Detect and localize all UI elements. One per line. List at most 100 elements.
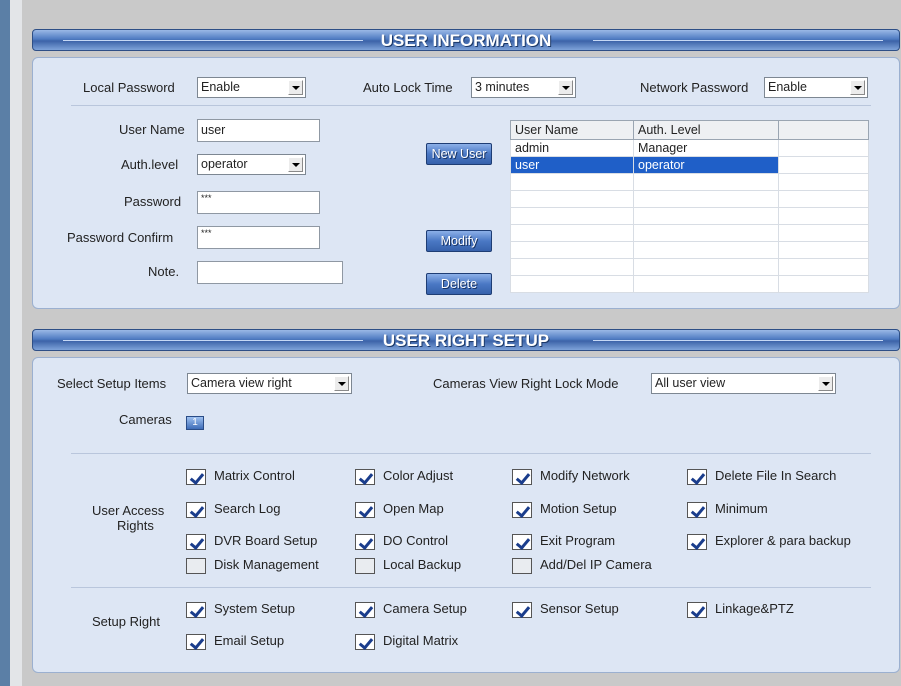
table-cell [778, 190, 869, 208]
empty-checkbox-icon[interactable] [512, 558, 532, 574]
lock-mode-select[interactable]: All user view [651, 373, 836, 394]
table-cell [633, 207, 779, 225]
table-cell [778, 258, 869, 276]
network-password-value: Enable [768, 80, 807, 94]
checkbox[interactable] [687, 469, 707, 485]
user-access-rights-label-line2: Rights [117, 518, 154, 533]
auth-level-value: operator [201, 157, 248, 171]
network-password-select[interactable]: Enable [764, 77, 868, 98]
password-input[interactable]: *** [197, 191, 320, 214]
user-name-label: User Name [119, 122, 185, 137]
checkbox[interactable] [687, 602, 707, 618]
checkmark-icon[interactable] [186, 634, 206, 650]
checkbox[interactable] [687, 502, 707, 518]
select-setup-items-select[interactable]: Camera view right [187, 373, 352, 394]
checkbox[interactable] [355, 634, 375, 650]
checkbox[interactable] [355, 469, 375, 485]
checkmark-icon[interactable] [512, 602, 532, 618]
checkbox[interactable] [186, 502, 206, 518]
table-cell [633, 258, 779, 276]
checkbox[interactable] [186, 469, 206, 485]
user-right-setup-title: USER RIGHT SETUP [382, 331, 550, 350]
checkbox[interactable] [512, 469, 532, 485]
checkbox[interactable] [186, 534, 206, 550]
checkbox-label: Camera Setup [383, 601, 467, 616]
delete-button[interactable]: Delete [426, 273, 492, 295]
checkmark-icon[interactable] [186, 534, 206, 550]
column-header[interactable] [778, 120, 869, 140]
column-header[interactable]: Auth. Level [633, 120, 779, 140]
checkmark-icon[interactable] [186, 469, 206, 485]
password-confirm-label: Password Confirm [67, 230, 174, 245]
auto-lock-label: Auto Lock Time [363, 80, 453, 95]
local-password-value: Enable [201, 80, 240, 94]
new-user-button[interactable]: New User [426, 143, 492, 165]
checkmark-icon[interactable] [512, 502, 532, 518]
chevron-down-icon[interactable] [288, 157, 303, 172]
checkmark-icon[interactable] [355, 602, 375, 618]
checkbox[interactable] [512, 602, 532, 618]
checkbox[interactable] [687, 534, 707, 550]
divider [71, 587, 871, 588]
table-row [510, 207, 869, 225]
checkmark-icon[interactable] [687, 469, 707, 485]
table-cell [510, 173, 634, 191]
checkbox[interactable] [186, 634, 206, 650]
table-cell [510, 207, 634, 225]
checkbox[interactable] [355, 558, 375, 574]
table-row [510, 258, 869, 276]
chevron-down-icon[interactable] [558, 80, 573, 95]
checkbox[interactable] [355, 534, 375, 550]
chevron-down-icon[interactable] [818, 376, 833, 391]
chevron-down-icon[interactable] [334, 376, 349, 391]
auto-lock-select[interactable]: 3 minutes [471, 77, 576, 98]
checkbox-label: Modify Network [540, 468, 630, 483]
checkmark-icon[interactable] [687, 502, 707, 518]
checkbox[interactable] [512, 502, 532, 518]
checkmark-icon[interactable] [512, 534, 532, 550]
checkbox-label: Sensor Setup [540, 601, 619, 616]
checkbox[interactable] [355, 602, 375, 618]
setup-right-label: Setup Right [92, 614, 160, 629]
divider [71, 105, 871, 106]
left-edge-bar [0, 0, 10, 686]
auth-level-select[interactable]: operator [197, 154, 306, 175]
checkmark-icon[interactable] [355, 469, 375, 485]
checkmark-icon[interactable] [355, 534, 375, 550]
checkbox-label: Email Setup [214, 633, 285, 648]
user-information-panel: Local Password Enable Auto Lock Time 3 m… [32, 57, 900, 309]
checkbox[interactable] [186, 602, 206, 618]
user-name-input[interactable]: user [197, 119, 320, 142]
checkbox-label: Exit Program [540, 533, 616, 548]
note-input[interactable] [197, 261, 343, 284]
checkmark-icon[interactable] [512, 469, 532, 485]
column-header[interactable]: User Name [510, 120, 634, 140]
password-confirm-input[interactable]: *** [197, 226, 320, 249]
checkbox-label: Search Log [214, 501, 281, 516]
chevron-down-icon[interactable] [850, 80, 865, 95]
divider [71, 453, 871, 454]
checkbox-label: Explorer & para backup [715, 533, 851, 548]
checkmark-icon[interactable] [186, 602, 206, 618]
checkmark-icon[interactable] [687, 534, 707, 550]
table-row[interactable]: admin Manager [510, 139, 869, 157]
empty-checkbox-icon[interactable] [186, 558, 206, 574]
user-right-setup-panel: Select Setup Items Camera view right Cam… [32, 357, 900, 673]
chevron-down-icon[interactable] [288, 80, 303, 95]
table-row-selected[interactable]: user operator [510, 156, 869, 174]
table-row [510, 275, 869, 293]
modify-button[interactable]: Modify [426, 230, 492, 252]
checkbox[interactable] [186, 558, 206, 574]
empty-checkbox-icon[interactable] [355, 558, 375, 574]
checkbox[interactable] [512, 534, 532, 550]
checkbox[interactable] [512, 558, 532, 574]
checkmark-icon[interactable] [355, 502, 375, 518]
local-password-select[interactable]: Enable [197, 77, 306, 98]
checkbox[interactable] [355, 502, 375, 518]
left-edge-strip [10, 0, 22, 686]
camera-1-button[interactable]: 1 [186, 416, 204, 430]
select-setup-items-label: Select Setup Items [57, 376, 167, 391]
checkmark-icon[interactable] [355, 634, 375, 650]
checkmark-icon[interactable] [687, 602, 707, 618]
checkmark-icon[interactable] [186, 502, 206, 518]
